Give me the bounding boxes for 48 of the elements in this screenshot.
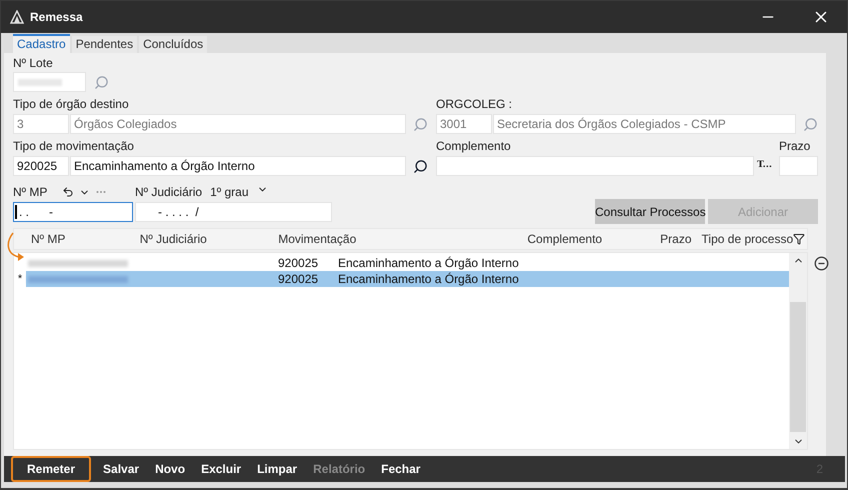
- grid-row[interactable]: * 920025 Encaminhamento a Órgão Interno: [14, 271, 789, 287]
- field-label: ORGCOLEG :: [436, 97, 514, 111]
- field-label: Tipo de movimentação: [13, 139, 135, 153]
- table-cell-text: 920025: [278, 255, 320, 272]
- footer-button[interactable]: Excluir: [193, 456, 250, 482]
- filter-icon[interactable]: [793, 233, 805, 245]
- mp-field[interactable]: . . -: [13, 202, 133, 222]
- action-button[interactable]: Consultar Processos: [595, 199, 705, 224]
- lote-field[interactable]: [13, 72, 86, 92]
- field-label: Nº MP: [13, 185, 48, 199]
- footer-button[interactable]: Salvar: [95, 456, 148, 482]
- complemento-field[interactable]: [436, 156, 754, 176]
- window-title: Remessa: [30, 9, 83, 26]
- tab[interactable]: Cadastro: [13, 34, 70, 53]
- field-label: Complemento: [436, 139, 512, 153]
- field-label: Prazo: [779, 139, 812, 153]
- footer-button[interactable]: Fechar: [373, 456, 428, 482]
- footer-button[interactable]: Limpar: [249, 456, 306, 482]
- field-label: Nº Lote: [13, 56, 54, 70]
- name-field[interactable]: Encaminhamento a Órgão Interno: [70, 156, 406, 176]
- footer-button[interactable]: Novo: [147, 456, 194, 482]
- code-field[interactable]: 920025: [13, 156, 69, 176]
- undo-icon[interactable]: [62, 186, 74, 198]
- column-header[interactable]: Nº Judiciário: [140, 230, 278, 248]
- table-cell-text: 920025: [278, 271, 320, 288]
- footer-button[interactable]: Remeter: [11, 456, 92, 482]
- text-button[interactable]: T...: [756, 159, 773, 173]
- column-header[interactable]: Tipo de processo: [694, 230, 794, 248]
- table-cell-text: Encaminhamento a Órgão Interno: [338, 271, 520, 288]
- field-label: Nº Judiciário: [135, 185, 202, 199]
- column-header[interactable]: Complemento: [527, 230, 654, 248]
- remove-icon[interactable]: [814, 256, 829, 271]
- scrollbar[interactable]: [789, 253, 807, 449]
- grau-selector[interactable]: 1º grau: [210, 183, 268, 201]
- tab[interactable]: Pendentes: [72, 36, 138, 53]
- column-header[interactable]: Prazo: [654, 230, 694, 248]
- table-cell-text: Encaminhamento a Órgão Interno: [338, 255, 520, 272]
- row-marker: *: [18, 273, 22, 285]
- search-icon[interactable]: [413, 158, 428, 174]
- field-label: Tipo de órgão destino: [13, 97, 130, 111]
- field-value: . . -: [19, 204, 54, 221]
- prazo-field[interactable]: [779, 156, 818, 176]
- column-header[interactable]: Movimentação: [278, 230, 528, 248]
- app-logo-icon: [10, 10, 24, 24]
- text-cursor: [15, 205, 17, 219]
- column-header[interactable]: Nº MP: [17, 230, 140, 248]
- tab[interactable]: Concluídos: [139, 36, 208, 53]
- judiciario-field[interactable]: - . . . . /: [135, 202, 332, 222]
